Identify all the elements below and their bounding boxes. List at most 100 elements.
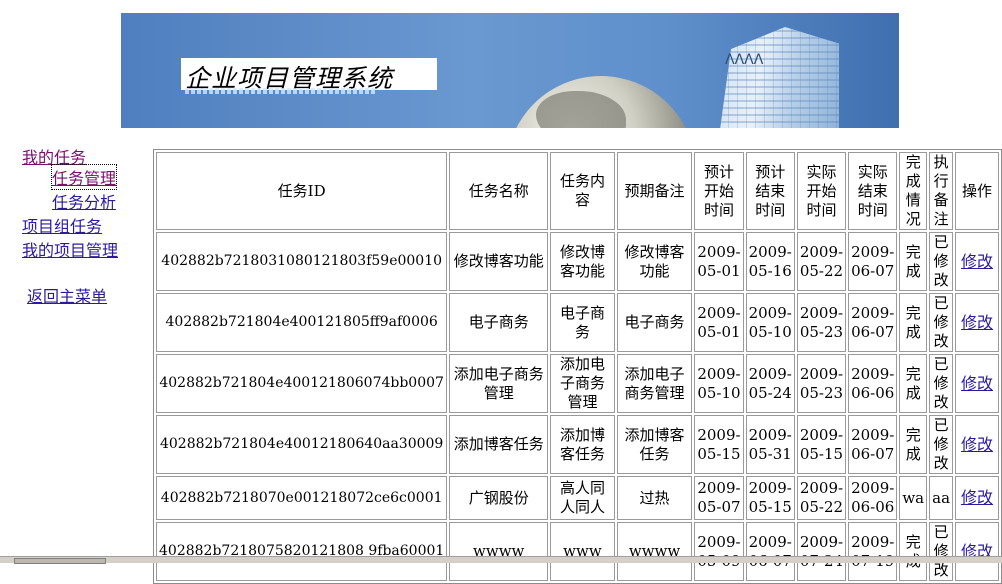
- cell-task-id: 402882b721804e400121806074bb0007: [156, 354, 448, 413]
- cell-plan-end: 2009-05-24: [745, 354, 795, 413]
- cell-operation: 修改: [955, 522, 999, 581]
- col-status: 完成情况: [899, 152, 928, 230]
- cell-actual-end: 2009-07-19: [848, 522, 898, 581]
- cell-plan-end: 2009-05-15: [745, 476, 795, 520]
- cell-operation: 修改: [955, 415, 999, 474]
- col-actual-start: 实际开始时间: [796, 152, 847, 230]
- cell-task-id: 402882b721804e400121805ff9af0006: [156, 293, 448, 352]
- globe-image: [506, 76, 696, 128]
- cell-task-name: wwww: [449, 522, 549, 581]
- col-expected-note: 预期备注: [616, 152, 693, 230]
- col-plan-start: 预计开始时间: [694, 152, 744, 230]
- table-row: 402882b721804e40012180640aa30009 添加博客任务 …: [156, 415, 999, 474]
- cell-task-name: 修改博客功能: [449, 232, 549, 291]
- cell-actual-start: 2009-05-22: [796, 476, 847, 520]
- header-banner: ΛΛΛΛ 企业项目管理系统: [121, 13, 899, 128]
- system-title-box: 企业项目管理系统: [181, 58, 437, 93]
- nav-task-manage[interactable]: 任务管理: [50, 164, 118, 190]
- cell-actual-end: 2009-06-06: [848, 476, 898, 520]
- cell-plan-start: 2009-05-09: [694, 522, 744, 581]
- nav-team-tasks[interactable]: 项目组任务: [22, 213, 102, 237]
- cell-actual-start: 2009-05-15: [796, 415, 847, 474]
- nav-my-projects[interactable]: 我的项目管理: [22, 237, 118, 261]
- edit-link[interactable]: 修改: [961, 313, 993, 332]
- cell-status: 完成: [899, 232, 928, 291]
- cell-actual-end: 2009-06-07: [848, 293, 898, 352]
- cell-plan-start: 2009-05-15: [694, 415, 744, 474]
- building-window-marks: ΛΛΛΛ: [725, 52, 764, 68]
- nav-back-main-menu[interactable]: 返回主菜单: [27, 283, 107, 307]
- cell-actual-end: 2009-06-07: [848, 232, 898, 291]
- cell-task-name: 添加博客任务: [449, 415, 549, 474]
- cell-exec-note: aa: [929, 476, 954, 520]
- cell-task-content: www: [550, 522, 615, 581]
- cell-status: 完成: [899, 293, 928, 352]
- task-table: 任务ID 任务名称 任务内容 预期备注 预计开始时间 预计结束时间 实际开始时间…: [153, 149, 1002, 584]
- table-row: 402882b721804e400121805ff9af0006 电子商务 电子…: [156, 293, 999, 352]
- cell-task-content: 高人同人同人: [550, 476, 615, 520]
- cell-actual-start: 2009-07-24: [796, 522, 847, 581]
- cell-status: 完成: [899, 354, 928, 413]
- col-operation: 操作: [955, 152, 999, 230]
- cell-status: wa: [899, 476, 928, 520]
- cell-plan-end: 2009-05-31: [745, 415, 795, 474]
- cell-task-name: 广钢股份: [449, 476, 549, 520]
- table-header-row: 任务ID 任务名称 任务内容 预期备注 预计开始时间 预计结束时间 实际开始时间…: [156, 152, 999, 230]
- subtitle-decoration: [185, 88, 375, 94]
- cell-expected-note: wwww: [616, 522, 693, 581]
- edit-link[interactable]: 修改: [961, 252, 993, 271]
- cell-expected-note: 添加博客任务: [616, 415, 693, 474]
- cell-status: 完成: [899, 522, 928, 581]
- table-row: 402882b7218031080121803f59e00010 修改博客功能 …: [156, 232, 999, 291]
- col-task-name: 任务名称: [449, 152, 549, 230]
- cell-task-name: 添加电子商务管理: [449, 354, 549, 413]
- cell-plan-start: 2009-05-10: [694, 354, 744, 413]
- cell-operation: 修改: [955, 293, 999, 352]
- cell-plan-end: 2009-06-07: [745, 522, 795, 581]
- col-exec-note: 执行备注: [929, 152, 954, 230]
- edit-link[interactable]: 修改: [961, 488, 993, 507]
- cell-task-id: 402882b7218031080121803f59e00010: [156, 232, 448, 291]
- cell-task-content: 电子商务: [550, 293, 615, 352]
- col-plan-end: 预计结束时间: [745, 152, 795, 230]
- cell-task-id: 402882b7218070e001218072ce6c0001: [156, 476, 448, 520]
- cell-actual-end: 2009-06-06: [848, 354, 898, 413]
- cell-task-id: 402882b7218075820121808 9fba60001: [156, 522, 448, 581]
- cell-exec-note: 已修改: [929, 415, 954, 474]
- cell-exec-note: 已修改: [929, 354, 954, 413]
- cell-operation: 修改: [955, 354, 999, 413]
- col-actual-end: 实际结束时间: [848, 152, 898, 230]
- cell-exec-note: 已修改: [929, 232, 954, 291]
- table-row: 402882b721804e400121806074bb0007 添加电子商务管…: [156, 354, 999, 413]
- cell-plan-start: 2009-05-01: [694, 232, 744, 291]
- cell-expected-note: 添加电子商务管理: [616, 354, 693, 413]
- cell-actual-start: 2009-05-22: [796, 232, 847, 291]
- cell-task-name: 电子商务: [449, 293, 549, 352]
- cell-task-content: 添加博客任务: [550, 415, 615, 474]
- cell-task-id: 402882b721804e40012180640aa30009: [156, 415, 448, 474]
- col-task-id: 任务ID: [156, 152, 448, 230]
- nav-task-analysis[interactable]: 任务分析: [52, 189, 116, 213]
- col-task-content: 任务内容: [550, 152, 615, 230]
- cell-exec-note: 已修改: [929, 293, 954, 352]
- cell-actual-start: 2009-05-23: [796, 354, 847, 413]
- edit-link[interactable]: 修改: [961, 374, 993, 393]
- cell-operation: 修改: [955, 232, 999, 291]
- cell-status: 完成: [899, 415, 928, 474]
- cell-plan-end: 2009-05-16: [745, 232, 795, 291]
- cell-expected-note: 过热: [616, 476, 693, 520]
- cell-expected-note: 修改博客功能: [616, 232, 693, 291]
- scrollbar-thumb[interactable]: [14, 558, 106, 564]
- cell-plan-start: 2009-05-07: [694, 476, 744, 520]
- cell-expected-note: 电子商务: [616, 293, 693, 352]
- cell-task-content: 修改博客功能: [550, 232, 615, 291]
- cell-task-content: 添加电子商务管理: [550, 354, 615, 413]
- edit-link[interactable]: 修改: [961, 435, 993, 454]
- cell-plan-start: 2009-05-01: [694, 293, 744, 352]
- table-row: 402882b7218075820121808 9fba60001 wwww w…: [156, 522, 999, 581]
- cell-plan-end: 2009-05-10: [745, 293, 795, 352]
- cell-operation: 修改: [955, 476, 999, 520]
- cell-actual-start: 2009-05-23: [796, 293, 847, 352]
- cell-actual-end: 2009-06-07: [848, 415, 898, 474]
- table-row: 402882b7218070e001218072ce6c0001 广钢股份 高人…: [156, 476, 999, 520]
